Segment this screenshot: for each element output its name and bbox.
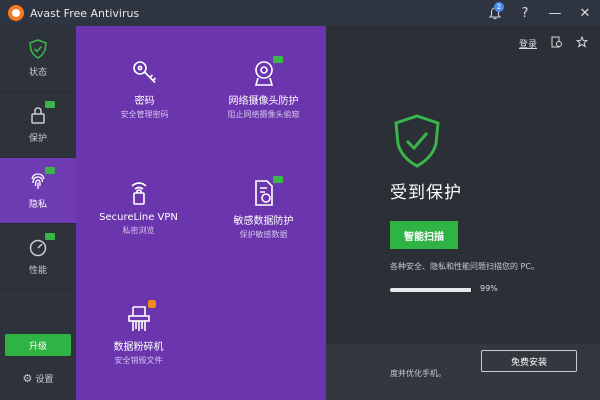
mobile-promo-text: 度并优化手机。	[390, 369, 446, 378]
tile-webcam-shield[interactable]: 网络摄像头防护 阻止网络摄像头偷窥	[201, 52, 326, 120]
star-icon[interactable]	[575, 35, 589, 51]
sidebar: 状态 保护 隐私 性能 升级 ⚙ 设置	[0, 26, 76, 400]
tile-title: 密码	[134, 96, 155, 107]
tile-subtitle: 安全管理密码	[120, 110, 169, 119]
notifications-button[interactable]: 2	[480, 0, 510, 26]
protection-status-text: 受到保护	[390, 183, 462, 203]
smart-scan-button[interactable]: 智能扫描	[390, 221, 458, 249]
sidebar-item-performance[interactable]: 性能	[0, 224, 76, 290]
key-icon	[82, 52, 207, 88]
window-title: Avast Free Antivirus	[30, 6, 140, 20]
avast-logo-icon	[8, 5, 24, 21]
minimize-button[interactable]: —	[540, 0, 570, 26]
license-icon[interactable]	[551, 36, 562, 51]
sidebar-item-protection[interactable]: 保护	[0, 92, 76, 158]
tile-title: SecureLine VPN	[99, 212, 178, 223]
sidebar-item-label: 隐私	[28, 200, 47, 210]
shredder-icon	[76, 298, 201, 334]
scan-progress-percent: 99%	[480, 284, 498, 293]
speedometer-icon	[28, 233, 55, 257]
settings-button[interactable]: ⚙ 设置	[0, 372, 76, 385]
new-feature-tag-icon	[273, 56, 283, 63]
title-bar: Avast Free Antivirus 2 ? — ✕	[0, 0, 600, 26]
scan-progress-bar	[390, 288, 472, 292]
tile-title: 数据粉碎机	[113, 342, 164, 353]
sidebar-item-label: 保护	[28, 134, 47, 144]
vpn-lock-icon	[76, 172, 201, 208]
tile-title: 网络摄像头防护	[228, 96, 299, 107]
upgrade-button[interactable]: 升级	[5, 334, 71, 356]
privacy-panel: 密码 安全管理密码 网络摄像头防护 阻止网络摄像头偷窥 SecureLine V…	[76, 26, 326, 400]
scan-description: 各种安全、隐私和性能问题扫描您的 PC。	[390, 262, 539, 271]
sidebar-item-privacy[interactable]: 隐私	[0, 158, 76, 224]
sidebar-item-label: 性能	[28, 266, 47, 276]
new-feature-tag-icon	[273, 176, 283, 183]
tile-sensitive-data-shield[interactable]: 敏感数据防护 保护敏感数据	[201, 172, 326, 240]
new-feature-tag-icon	[45, 101, 55, 108]
document-shield-icon	[201, 172, 326, 208]
webcam-icon	[201, 52, 326, 88]
notification-badge: 2	[494, 2, 504, 12]
top-actions: 登录	[519, 35, 589, 51]
premium-lock-icon	[148, 300, 156, 308]
protected-shield-icon	[394, 114, 440, 168]
tile-secureline-vpn[interactable]: SecureLine VPN 私密浏览	[76, 172, 201, 236]
tile-subtitle: 私密浏览	[122, 226, 155, 235]
shield-check-icon	[28, 39, 48, 59]
fingerprint-icon	[28, 167, 55, 191]
tile-title: 敏感数据防护	[233, 216, 294, 227]
tile-passwords[interactable]: 密码 安全管理密码	[82, 52, 207, 120]
tile-subtitle: 阻止网络摄像头偷窥	[227, 110, 300, 119]
help-button[interactable]: ?	[510, 0, 540, 26]
login-link[interactable]: 登录	[519, 37, 537, 50]
sidebar-item-label: 状态	[28, 68, 47, 78]
new-feature-tag-icon	[45, 167, 55, 174]
close-button[interactable]: ✕	[570, 0, 600, 26]
scan-progress-fill	[390, 288, 472, 292]
tile-subtitle: 安全销毁文件	[114, 356, 163, 365]
sidebar-item-status[interactable]: 状态	[0, 26, 76, 92]
tile-subtitle: 保护敏感数据	[239, 230, 288, 239]
window-controls: 2 ? — ✕	[480, 0, 600, 26]
tile-data-shredder[interactable]: 数据粉碎机 安全销毁文件	[76, 298, 201, 366]
lock-icon	[28, 101, 55, 125]
gear-icon: ⚙	[22, 372, 33, 385]
free-install-button[interactable]: 免费安装	[481, 350, 577, 372]
new-feature-tag-icon	[45, 233, 55, 240]
settings-label: 设置	[35, 375, 54, 385]
